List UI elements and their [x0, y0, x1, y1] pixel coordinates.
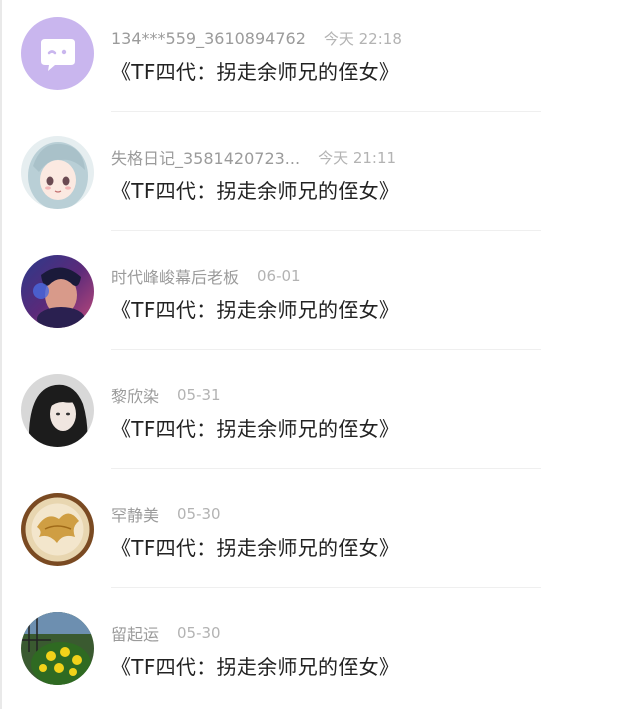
comment-meta: 留起运 05-30: [111, 621, 221, 645]
comment-text: 《TF四代：拐走余师兄的侄女》: [111, 60, 400, 84]
comment-meta: 罕静美 05-30: [111, 502, 221, 526]
timestamp: 今天 21:11: [318, 148, 397, 167]
neon-portrait-avatar: [21, 255, 94, 328]
divider: [111, 111, 541, 112]
divider: [111, 587, 541, 588]
list-item[interactable]: 留起运 05-30 《TF四代：拐走余师兄的侄女》: [0, 595, 640, 714]
list-item[interactable]: 134***559_3610894762 今天 22:18 《TF四代：拐走余师…: [0, 0, 640, 119]
avatar[interactable]: [21, 493, 94, 566]
list-item[interactable]: 失格日记_3581420723... 今天 21:11 《TF四代：拐走余师兄的…: [0, 119, 640, 238]
list-item[interactable]: 时代峰峻幕后老板 06-01 《TF四代：拐走余师兄的侄女》: [0, 238, 640, 357]
timestamp: 05-30: [177, 505, 221, 523]
avatar[interactable]: [21, 17, 94, 90]
username[interactable]: 罕静美: [111, 502, 159, 526]
username[interactable]: 黎欣染: [111, 383, 159, 407]
comment-text: 《TF四代：拐走余师兄的侄女》: [111, 655, 400, 679]
comment-list: 134***559_3610894762 今天 22:18 《TF四代：拐走余师…: [0, 0, 640, 709]
username[interactable]: 留起运: [111, 621, 159, 645]
comment-meta: 黎欣染 05-31: [111, 383, 221, 407]
comment-meta: 失格日记_3581420723... 今天 21:11: [111, 145, 396, 169]
divider: [111, 468, 541, 469]
divider: [111, 349, 541, 350]
comment-text: 《TF四代：拐走余师兄的侄女》: [111, 298, 400, 322]
comment-meta: 134***559_3610894762 今天 22:18: [111, 26, 402, 50]
flowers-avatar: [21, 612, 94, 685]
comment-meta: 时代峰峻幕后老板 06-01: [111, 264, 301, 288]
timestamp: 05-31: [177, 386, 221, 404]
username[interactable]: 134***559_3610894762: [111, 29, 306, 48]
comment-text: 《TF四代：拐走余师兄的侄女》: [111, 179, 400, 203]
avatar[interactable]: [21, 255, 94, 328]
dark-portrait-avatar: [21, 374, 94, 447]
timestamp: 06-01: [257, 267, 301, 285]
avatar[interactable]: [21, 612, 94, 685]
timestamp: 今天 22:18: [323, 29, 402, 48]
list-item[interactable]: 黎欣染 05-31 《TF四代：拐走余师兄的侄女》: [0, 357, 640, 476]
chat-bubble-face-icon: [21, 17, 94, 90]
latte-art-avatar: [21, 493, 94, 566]
comment-text: 《TF四代：拐走余师兄的侄女》: [111, 417, 400, 441]
username[interactable]: 失格日记_3581420723...: [111, 145, 300, 169]
avatar[interactable]: [21, 136, 94, 209]
anime-girl-avatar: [21, 136, 94, 209]
divider: [111, 230, 541, 231]
avatar[interactable]: [21, 374, 94, 447]
timestamp: 05-30: [177, 624, 221, 642]
list-item[interactable]: 罕静美 05-30 《TF四代：拐走余师兄的侄女》: [0, 476, 640, 595]
comment-text: 《TF四代：拐走余师兄的侄女》: [111, 536, 400, 560]
username[interactable]: 时代峰峻幕后老板: [111, 264, 239, 288]
